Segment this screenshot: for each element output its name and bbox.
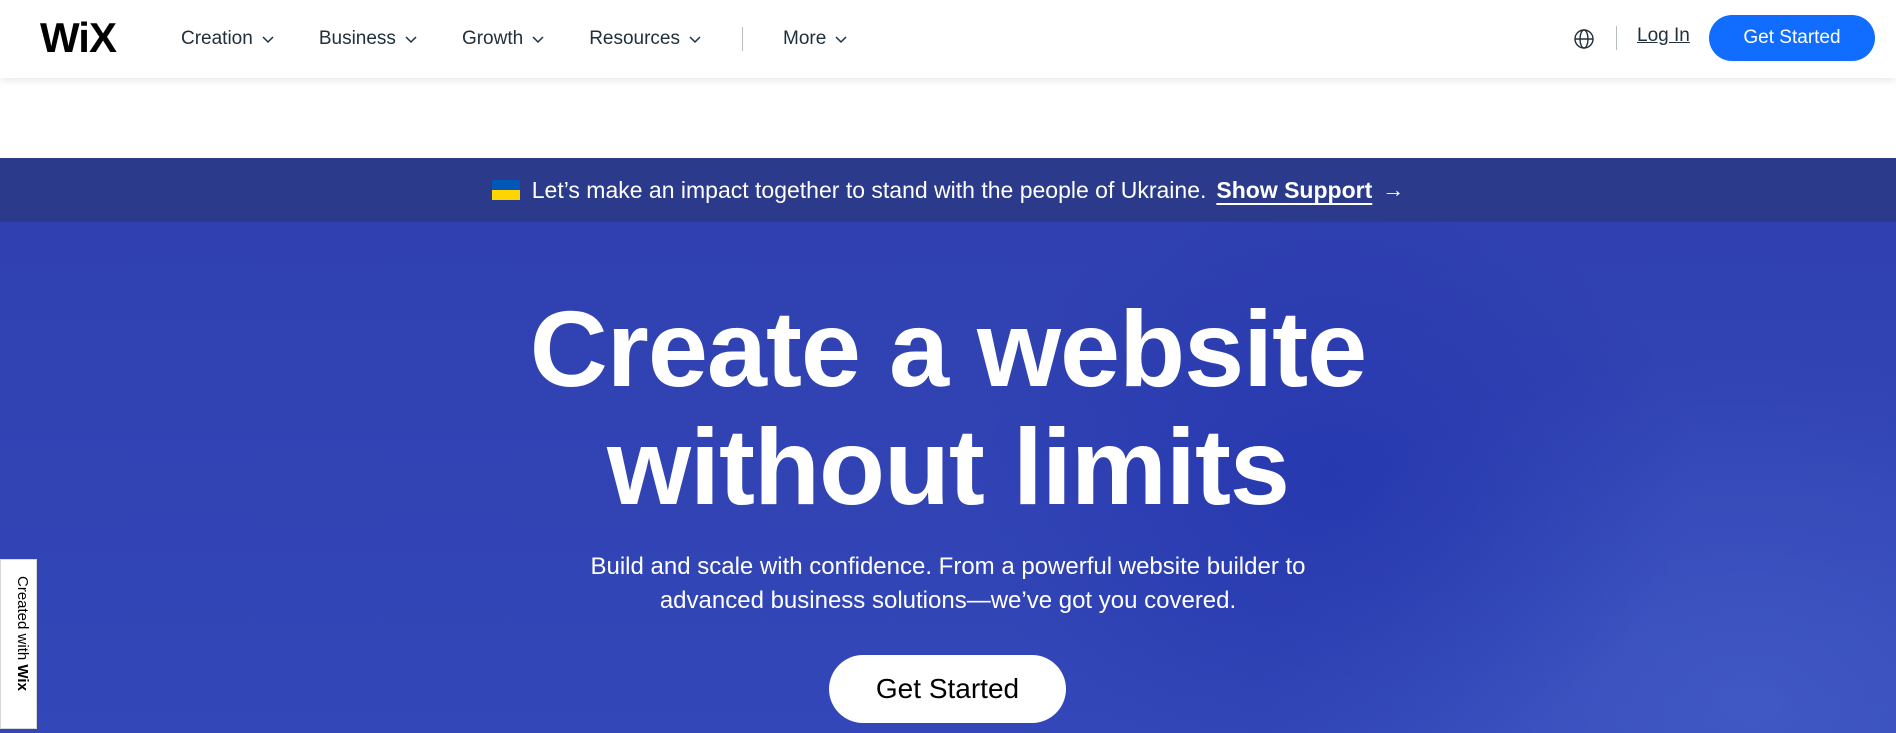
- hero-title: Create a website without limits: [0, 290, 1896, 526]
- arrow-right-icon[interactable]: →: [1382, 177, 1404, 203]
- created-with-wix-badge[interactable]: Created with Wix: [0, 559, 37, 729]
- header-divider: [1616, 26, 1617, 50]
- nav-item-resources[interactable]: Resources: [589, 28, 702, 50]
- chevron-down-icon: [262, 36, 274, 44]
- main-nav: Creation Business Growth Resources More: [181, 0, 892, 78]
- globe-icon[interactable]: [1572, 27, 1596, 51]
- hero-subtitle: Build and scale with confidence. From a …: [0, 550, 1896, 618]
- hero-section: Create a website without limits Build an…: [0, 222, 1896, 733]
- nav-divider: [742, 27, 744, 51]
- show-support-link[interactable]: Show Support: [1216, 177, 1372, 204]
- nav-item-growth[interactable]: Growth: [462, 28, 545, 50]
- nav-item-label: Creation: [181, 28, 253, 49]
- nav-item-more[interactable]: More: [783, 28, 848, 50]
- nav-item-business[interactable]: Business: [319, 28, 418, 50]
- site-header: WiX Creation Business Growth Resources M…: [0, 0, 1896, 78]
- nav-item-creation[interactable]: Creation: [181, 28, 275, 50]
- ukraine-support-banner: Let’s make an impact together to stand w…: [0, 158, 1896, 222]
- hero-subtitle-line: advanced business solutions—we’ve got yo…: [659, 587, 1237, 614]
- chevron-down-icon: [405, 36, 417, 44]
- chevron-down-icon: [689, 36, 701, 44]
- hero-title-line: without limits: [607, 406, 1290, 527]
- hero-get-started-button[interactable]: Get Started: [829, 655, 1066, 723]
- badge-text: Created with Wix: [7, 576, 31, 716]
- get-started-button[interactable]: Get Started: [1709, 15, 1875, 61]
- hero-subtitle-line: Build and scale with confidence. From a …: [590, 553, 1306, 580]
- hero-title-line: Create a website: [529, 288, 1367, 409]
- nav-item-label: Resources: [589, 28, 681, 49]
- chevron-down-icon: [532, 36, 544, 44]
- nav-item-label: Business: [318, 28, 396, 49]
- nav-item-label: Growth: [461, 28, 524, 49]
- banner-text: Let’s make an impact together to stand w…: [531, 176, 1207, 203]
- login-link[interactable]: Log In: [1637, 25, 1690, 47]
- nav-item-label: More: [783, 28, 827, 49]
- badge-brand: Wix: [14, 664, 31, 691]
- badge-prefix: Created with: [14, 576, 31, 665]
- chevron-down-icon: [835, 36, 847, 44]
- wix-logo[interactable]: WiX: [40, 14, 117, 62]
- ukraine-flag-icon: [491, 180, 520, 200]
